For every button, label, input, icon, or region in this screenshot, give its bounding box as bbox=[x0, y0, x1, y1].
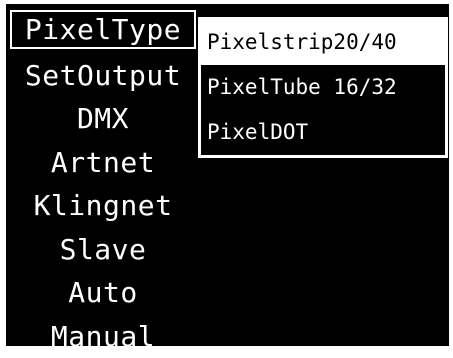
menu-item-dmx[interactable]: DMX bbox=[10, 97, 196, 141]
menu-item-manual[interactable]: Manual bbox=[10, 315, 196, 358]
menu-item-klingnet[interactable]: Klingnet bbox=[10, 184, 196, 228]
submenu-item-pixeldot[interactable]: PixelDOT bbox=[201, 110, 445, 155]
main-menu: PixelType SetOutput DMX Artnet Klingnet … bbox=[10, 10, 196, 358]
menu-item-auto[interactable]: Auto bbox=[10, 271, 196, 315]
menu-item-pixeltype[interactable]: PixelType bbox=[10, 10, 196, 49]
pixeltype-submenu: Pixelstrip20/40 PixelTube 16/32 PixelDOT bbox=[198, 17, 448, 158]
menu-item-slave[interactable]: Slave bbox=[10, 228, 196, 272]
submenu-item-pixeltube[interactable]: PixelTube 16/32 bbox=[201, 65, 445, 110]
submenu-item-pixelstrip[interactable]: Pixelstrip20/40 bbox=[201, 20, 445, 65]
menu-item-artnet[interactable]: Artnet bbox=[10, 141, 196, 185]
device-display: PixelType SetOutput DMX Artnet Klingnet … bbox=[6, 4, 449, 346]
menu-item-setoutput[interactable]: SetOutput bbox=[10, 54, 196, 98]
submenu-list: Pixelstrip20/40 PixelTube 16/32 PixelDOT bbox=[201, 20, 445, 155]
